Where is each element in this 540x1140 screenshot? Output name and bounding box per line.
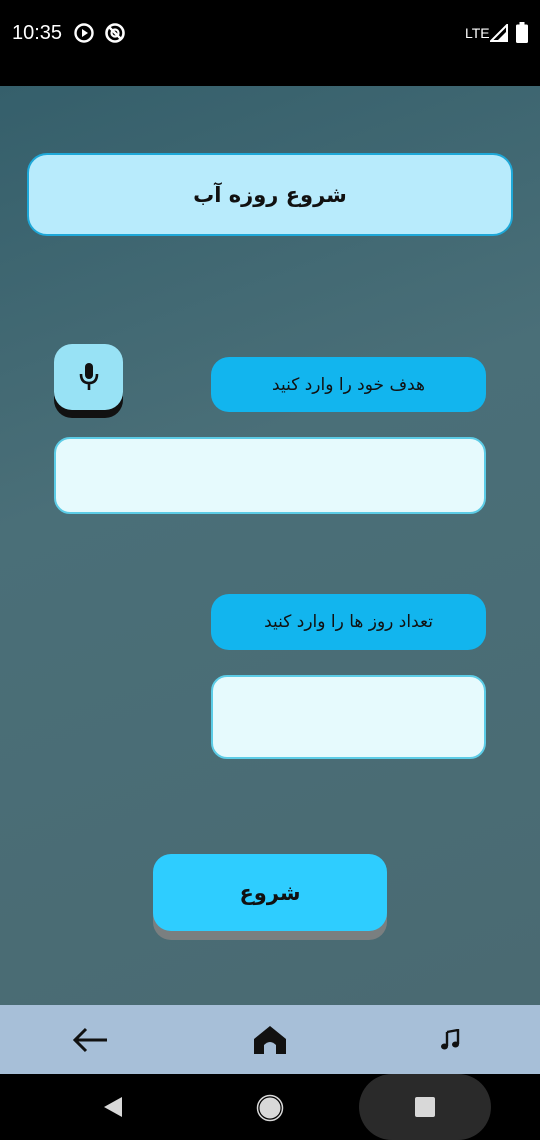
bottom-nav <box>0 1005 540 1074</box>
signal-icon <box>490 24 508 42</box>
nav-home-button[interactable] <box>249 1019 291 1061</box>
goal-label: هدف خود را وارد کنید <box>211 357 486 412</box>
title-card: شروع روزه آب <box>27 153 513 236</box>
nav-back-button[interactable] <box>69 1019 111 1061</box>
page-title: شروع روزه آب <box>193 182 347 207</box>
app-content: شروع روزه آب هدف خود را وارد کنید تعداد … <box>0 86 540 1005</box>
back-arrow-icon <box>72 1027 107 1053</box>
music-note-icon <box>441 1029 460 1050</box>
start-button[interactable]: شروع <box>153 854 387 931</box>
days-input[interactable] <box>211 675 486 759</box>
microphone-icon <box>79 363 98 390</box>
days-label-text: تعداد روز ها را وارد کنید <box>264 612 433 632</box>
home-icon <box>254 1026 286 1054</box>
days-label: تعداد روز ها را وارد کنید <box>211 594 486 650</box>
no-sync-icon <box>105 23 125 43</box>
phone-screen: 10:35 LTE شروع روزه آب هدف خود را وارد ک… <box>0 0 540 1140</box>
battery-icon <box>516 22 528 43</box>
goal-input[interactable] <box>54 437 486 514</box>
voice-input-button[interactable] <box>54 344 123 410</box>
nav-music-button[interactable] <box>429 1019 471 1061</box>
start-button-label: شروع <box>239 880 301 905</box>
play-circle-icon <box>74 23 94 43</box>
network-type: LTE <box>465 25 490 41</box>
status-time: 10:35 <box>12 22 63 44</box>
system-back-icon[interactable] <box>102 1096 124 1118</box>
system-recents-icon[interactable] <box>415 1097 435 1117</box>
system-home-icon[interactable] <box>256 1094 284 1122</box>
status-bar: 10:35 LTE <box>0 0 540 86</box>
goal-label-text: هدف خود را وارد کنید <box>272 374 425 395</box>
